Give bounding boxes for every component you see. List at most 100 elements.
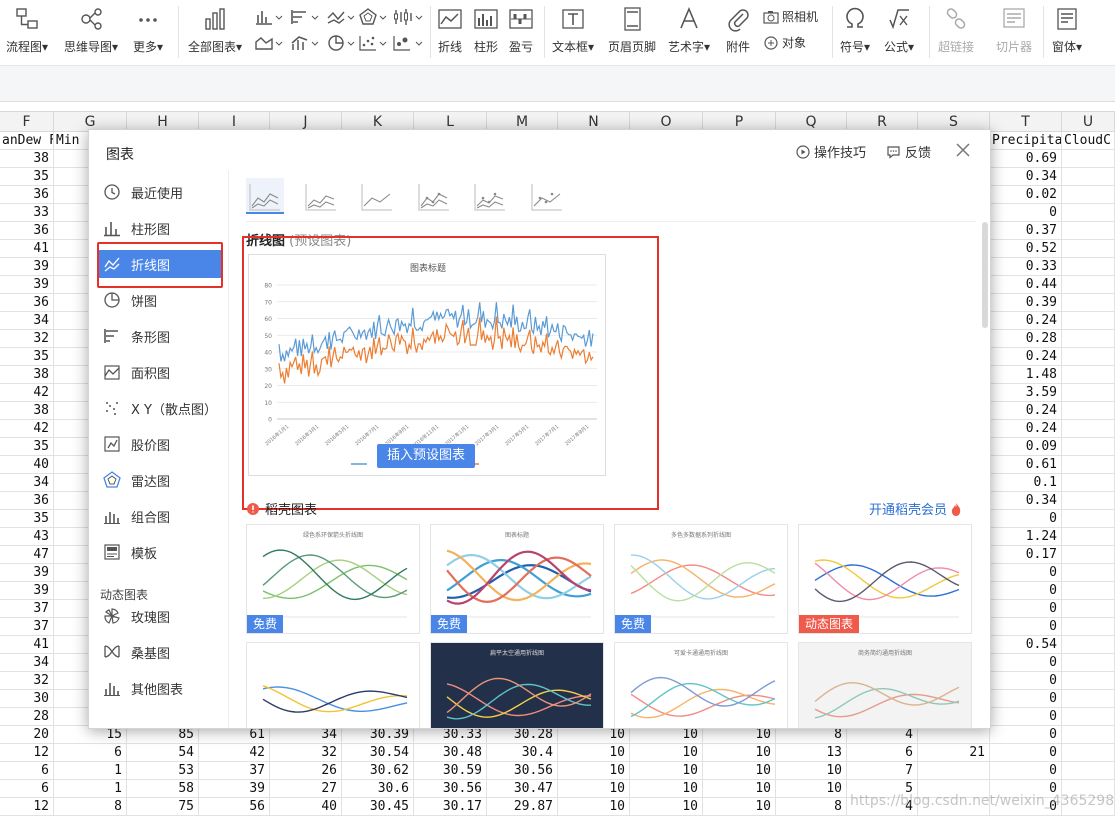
- area-type-dropdown-icon[interactable]: [254, 34, 290, 52]
- hyperlink-button[interactable]: 超链接: [938, 6, 974, 55]
- table-cell[interactable]: [1062, 330, 1115, 348]
- mindmap-button[interactable]: 思维导图▾: [64, 6, 118, 55]
- table-cell[interactable]: 33: [0, 204, 54, 222]
- table-cell[interactable]: 0: [990, 510, 1062, 528]
- table-cell[interactable]: 10: [630, 798, 703, 816]
- table-cell[interactable]: 1: [54, 762, 127, 780]
- table-cell[interactable]: 0.09: [990, 438, 1062, 456]
- table-cell[interactable]: 6: [847, 744, 918, 762]
- table-cell[interactable]: 41: [0, 636, 54, 654]
- table-cell[interactable]: 39: [0, 564, 54, 582]
- table-cell[interactable]: 0: [990, 726, 1062, 744]
- table-cell[interactable]: 34: [0, 654, 54, 672]
- attachment-button[interactable]: 附件: [725, 6, 751, 55]
- table-cell[interactable]: 38: [0, 366, 54, 384]
- table-cell[interactable]: 30.56: [414, 780, 487, 798]
- table-cell[interactable]: 7: [847, 762, 918, 780]
- table-cell[interactable]: 0.24: [990, 348, 1062, 366]
- sidebar-item-line-chart[interactable]: 折线图: [99, 250, 221, 278]
- table-cell[interactable]: 35: [0, 348, 54, 366]
- table-cell[interactable]: 10: [558, 762, 630, 780]
- table-cell[interactable]: 42: [199, 744, 270, 762]
- table-cell[interactable]: 30.4: [487, 744, 558, 762]
- object-button[interactable]: 对象: [763, 34, 806, 51]
- table-cell[interactable]: [1062, 474, 1115, 492]
- header-footer-button[interactable]: 页眉页脚: [608, 6, 656, 55]
- sidebar-item-other-chart[interactable]: 其他图表: [99, 674, 221, 702]
- table-cell[interactable]: 0: [990, 600, 1062, 618]
- table-cell[interactable]: 10: [558, 780, 630, 798]
- table-cell[interactable]: 3.59: [990, 384, 1062, 402]
- table-cell[interactable]: [1062, 636, 1115, 654]
- close-icon[interactable]: [953, 140, 973, 160]
- table-cell[interactable]: 10: [558, 744, 630, 762]
- table-cell[interactable]: 10: [558, 798, 630, 816]
- table-cell[interactable]: 37: [199, 762, 270, 780]
- sparkline-column-button[interactable]: 柱形: [473, 6, 499, 55]
- table-cell[interactable]: 39: [0, 582, 54, 600]
- table-cell[interactable]: 35: [0, 168, 54, 186]
- table-cell[interactable]: [1062, 654, 1115, 672]
- table-cell[interactable]: 47: [0, 546, 54, 564]
- chart-template-card[interactable]: 图表标题 免费: [430, 524, 604, 634]
- table-cell[interactable]: [1062, 672, 1115, 690]
- table-cell[interactable]: [1062, 276, 1115, 294]
- chart-template-card[interactable]: 可爱卡通通用折线图: [614, 642, 788, 728]
- table-cell[interactable]: 0: [990, 708, 1062, 726]
- table-cell[interactable]: 34: [0, 474, 54, 492]
- table-cell[interactable]: 0.39: [990, 294, 1062, 312]
- table-cell[interactable]: 29.87: [487, 798, 558, 816]
- table-cell[interactable]: 54: [127, 744, 199, 762]
- table-cell[interactable]: 38: [0, 150, 54, 168]
- sidebar-item-radar-chart[interactable]: 雷达图: [99, 466, 221, 494]
- table-cell[interactable]: [1062, 564, 1115, 582]
- table-cell[interactable]: 0: [990, 204, 1062, 222]
- table-cell[interactable]: 39: [199, 780, 270, 798]
- table-cell[interactable]: 10: [630, 744, 703, 762]
- sidebar-item-combo-chart[interactable]: 组合图: [99, 502, 221, 530]
- table-cell[interactable]: [1062, 456, 1115, 474]
- table-cell[interactable]: [1062, 510, 1115, 528]
- header-cell-U[interactable]: CloudC: [1062, 132, 1115, 150]
- table-cell[interactable]: [1062, 186, 1115, 204]
- table-cell[interactable]: 0: [990, 618, 1062, 636]
- table-cell[interactable]: 28: [0, 708, 54, 726]
- table-cell[interactable]: [1062, 258, 1115, 276]
- table-cell[interactable]: 1.24: [990, 528, 1062, 546]
- table-cell[interactable]: 30.47: [487, 780, 558, 798]
- table-cell[interactable]: [1062, 528, 1115, 546]
- table-cell[interactable]: 58: [127, 780, 199, 798]
- table-cell[interactable]: 34: [0, 312, 54, 330]
- table-cell[interactable]: 1.48: [990, 366, 1062, 384]
- table-cell[interactable]: [1062, 366, 1115, 384]
- column-header-U[interactable]: U: [1062, 112, 1115, 132]
- bar-type-dropdown-icon[interactable]: [290, 8, 326, 26]
- table-cell[interactable]: [1062, 726, 1115, 744]
- table-cell[interactable]: 30.54: [342, 744, 414, 762]
- table-cell[interactable]: 43: [0, 528, 54, 546]
- table-cell[interactable]: 35: [0, 438, 54, 456]
- table-cell[interactable]: 42: [0, 384, 54, 402]
- table-cell[interactable]: 30.48: [414, 744, 487, 762]
- chart-template-card[interactable]: [246, 642, 420, 728]
- sidebar-item-column-chart[interactable]: 柱形图: [99, 214, 221, 242]
- line-subtype-2-icon[interactable]: [302, 178, 340, 214]
- table-cell[interactable]: 37: [0, 618, 54, 636]
- sidebar-item-sankey-chart[interactable]: 桑基图: [99, 638, 221, 666]
- table-cell[interactable]: 36: [0, 186, 54, 204]
- chart-template-card[interactable]: 商务简约通用折线图: [798, 642, 972, 728]
- header-cell-T[interactable]: Precipita: [990, 132, 1062, 150]
- sparkline-line-button[interactable]: 折线: [437, 6, 463, 55]
- table-cell[interactable]: 30.56: [487, 762, 558, 780]
- table-cell[interactable]: 10: [630, 780, 703, 798]
- table-cell[interactable]: 0: [990, 762, 1062, 780]
- table-cell[interactable]: 1: [54, 780, 127, 798]
- radar-type-dropdown-icon[interactable]: [358, 8, 394, 26]
- table-cell[interactable]: [1062, 438, 1115, 456]
- table-cell[interactable]: 6: [0, 780, 54, 798]
- table-cell[interactable]: [1062, 708, 1115, 726]
- table-cell[interactable]: 10: [630, 762, 703, 780]
- table-cell[interactable]: 40: [0, 456, 54, 474]
- pie-type-dropdown-icon[interactable]: [326, 34, 362, 52]
- table-cell[interactable]: 0: [990, 564, 1062, 582]
